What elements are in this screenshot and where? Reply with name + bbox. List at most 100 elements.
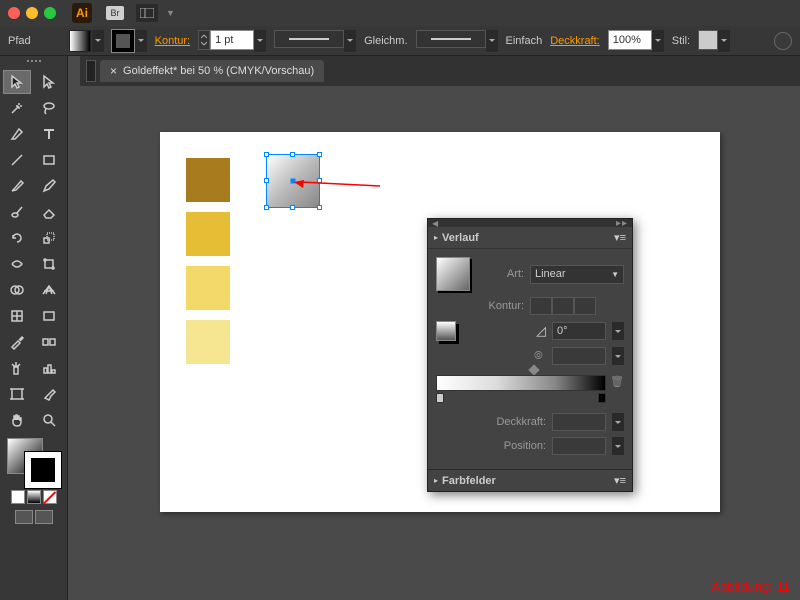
style-dropdown-icon[interactable] (718, 30, 730, 52)
bridge-icon[interactable]: Br (106, 6, 124, 20)
gradient-type-dropdown[interactable]: Linear ▼ (530, 265, 624, 284)
gradient-mode-icon[interactable] (27, 490, 41, 504)
panel-header[interactable]: ▸ Verlauf ▾≡ (428, 227, 632, 249)
mini-gradient-preview[interactable] (436, 321, 456, 341)
panel-drag-bar[interactable]: ◀ ▸▸ (428, 219, 632, 227)
stroke-indicator[interactable] (25, 452, 61, 488)
swatch-square[interactable] (186, 320, 230, 364)
stroke-weight-dropdown-icon[interactable] (254, 30, 266, 52)
gradient-panel: ◀ ▸▸ ▸ Verlauf ▾≡ Art: Linear ▼ Kontur: … (427, 218, 633, 492)
document-tab-bar: × Goldeffekt* bei 50 % (CMYK/Vorschau) (80, 56, 800, 86)
arrange-docs-icon[interactable] (136, 4, 158, 22)
panel-menu-icon[interactable]: ▾≡ (614, 231, 626, 244)
document-tab[interactable]: × Goldeffekt* bei 50 % (CMYK/Vorschau) (100, 60, 324, 82)
magic-wand-tool[interactable] (3, 96, 31, 120)
gradient-preview[interactable] (436, 257, 470, 291)
opacity-dropdown-icon[interactable] (652, 30, 664, 52)
hand-tool[interactable] (3, 408, 31, 432)
arrange-chevron-icon[interactable]: ▼ (166, 8, 175, 18)
scale-tool[interactable] (35, 226, 63, 250)
fill-stroke-indicator[interactable] (3, 438, 61, 486)
rectangle-tool[interactable] (35, 148, 63, 172)
stop-position-field (552, 437, 606, 455)
direct-selection-tool[interactable] (35, 70, 63, 94)
paintbrush-tool[interactable] (3, 174, 31, 198)
section-menu-icon[interactable]: ▾≡ (614, 474, 626, 487)
eraser-tool[interactable] (35, 200, 63, 224)
stroke-style-dropdown-icon[interactable] (486, 30, 498, 52)
brush-dropdown-icon[interactable] (344, 30, 356, 52)
gradient-slider[interactable] (436, 375, 606, 391)
trash-icon[interactable]: 🗑 (610, 375, 624, 389)
symbol-sprayer-tool[interactable] (3, 356, 31, 380)
mesh-tool[interactable] (3, 304, 31, 328)
opacity-field[interactable]: 100% (608, 30, 652, 50)
sel-type-label: Pfad (8, 35, 31, 47)
stil-label: Stil: (672, 35, 690, 47)
stroke-style[interactable] (416, 30, 486, 48)
einfach-label: Einfach (506, 35, 543, 47)
blob-brush-tool[interactable] (3, 200, 31, 224)
dropdown-chevron-icon: ▼ (611, 270, 619, 279)
swatch-square[interactable] (186, 266, 230, 310)
gradient-stop-black[interactable] (598, 393, 606, 403)
pen-tool[interactable] (3, 122, 31, 146)
gradient-type-value: Linear (535, 268, 566, 280)
deckkraft-link[interactable]: Deckkraft: (550, 35, 600, 47)
angle-icon: ◿ (536, 323, 546, 339)
line-tool[interactable] (3, 148, 31, 172)
screen-mode-1-icon[interactable] (15, 510, 33, 524)
stroke-dropdown-icon[interactable] (135, 30, 147, 52)
perspective-grid-tool[interactable] (35, 278, 63, 302)
zoom-tool[interactable] (35, 408, 63, 432)
section-toggle-icon[interactable]: ▸ (434, 476, 438, 485)
angle-field[interactable]: 0° (552, 322, 606, 340)
eyedropper-tool[interactable] (3, 330, 31, 354)
stepper-icon[interactable] (198, 30, 210, 50)
aspect-lock-icon[interactable]: ⦾ (534, 350, 546, 362)
width-tool[interactable] (3, 252, 31, 276)
none-mode-icon[interactable] (43, 490, 57, 504)
color-mode-icon[interactable] (11, 490, 25, 504)
tab-close-icon[interactable]: × (110, 64, 117, 78)
panel-toggle-icon[interactable]: ▸ (434, 233, 438, 242)
gradient-stop-white[interactable] (436, 393, 444, 403)
globe-icon[interactable] (774, 32, 792, 50)
stroke-weight-field[interactable]: 1 pt (210, 30, 254, 50)
zoom-icon[interactable] (44, 7, 56, 19)
stop-position-dropdown-icon (612, 437, 624, 455)
gradient-tool[interactable] (35, 304, 63, 328)
stroke-gradient-buttons[interactable] (530, 297, 596, 315)
panel-collapse-icon[interactable]: ◀ (432, 219, 438, 228)
selection-tool[interactable] (3, 70, 31, 94)
lasso-tool[interactable] (35, 96, 63, 120)
minimize-icon[interactable] (26, 7, 38, 19)
kontur-label: Kontur: (476, 300, 524, 312)
art-label: Art: (476, 268, 524, 280)
kontur-link[interactable]: Kontur: (155, 35, 190, 47)
artboard-tool[interactable] (3, 382, 31, 406)
angle-dropdown-icon[interactable] (612, 322, 624, 340)
swatch-square[interactable] (186, 212, 230, 256)
style-swatch[interactable] (698, 30, 718, 50)
close-icon[interactable] (8, 7, 20, 19)
fill-dropdown-icon[interactable] (92, 30, 104, 52)
column-graph-tool[interactable] (35, 356, 63, 380)
screen-mode-2-icon[interactable] (35, 510, 53, 524)
brush-profile[interactable] (274, 30, 344, 48)
tabbar-toggle-icon[interactable] (86, 60, 96, 82)
free-transform-tool[interactable] (35, 252, 63, 276)
fill-swatch[interactable] (69, 30, 91, 52)
panel-grip-icon[interactable] (3, 60, 64, 66)
stroke-swatch[interactable] (112, 30, 134, 52)
slice-tool[interactable] (35, 382, 63, 406)
shape-builder-tool[interactable] (3, 278, 31, 302)
panel-expand-icon[interactable]: ▸▸ (616, 218, 628, 229)
farbfelder-section[interactable]: ▸ Farbfelder ▾≡ (428, 469, 632, 491)
pencil-tool[interactable] (35, 174, 63, 198)
control-bar: Pfad Kontur: 1 pt Gleichm. Einfach Deckk… (0, 26, 800, 56)
blend-tool[interactable] (35, 330, 63, 354)
rotate-tool[interactable] (3, 226, 31, 250)
type-tool[interactable] (35, 122, 63, 146)
swatch-square[interactable] (186, 158, 230, 202)
